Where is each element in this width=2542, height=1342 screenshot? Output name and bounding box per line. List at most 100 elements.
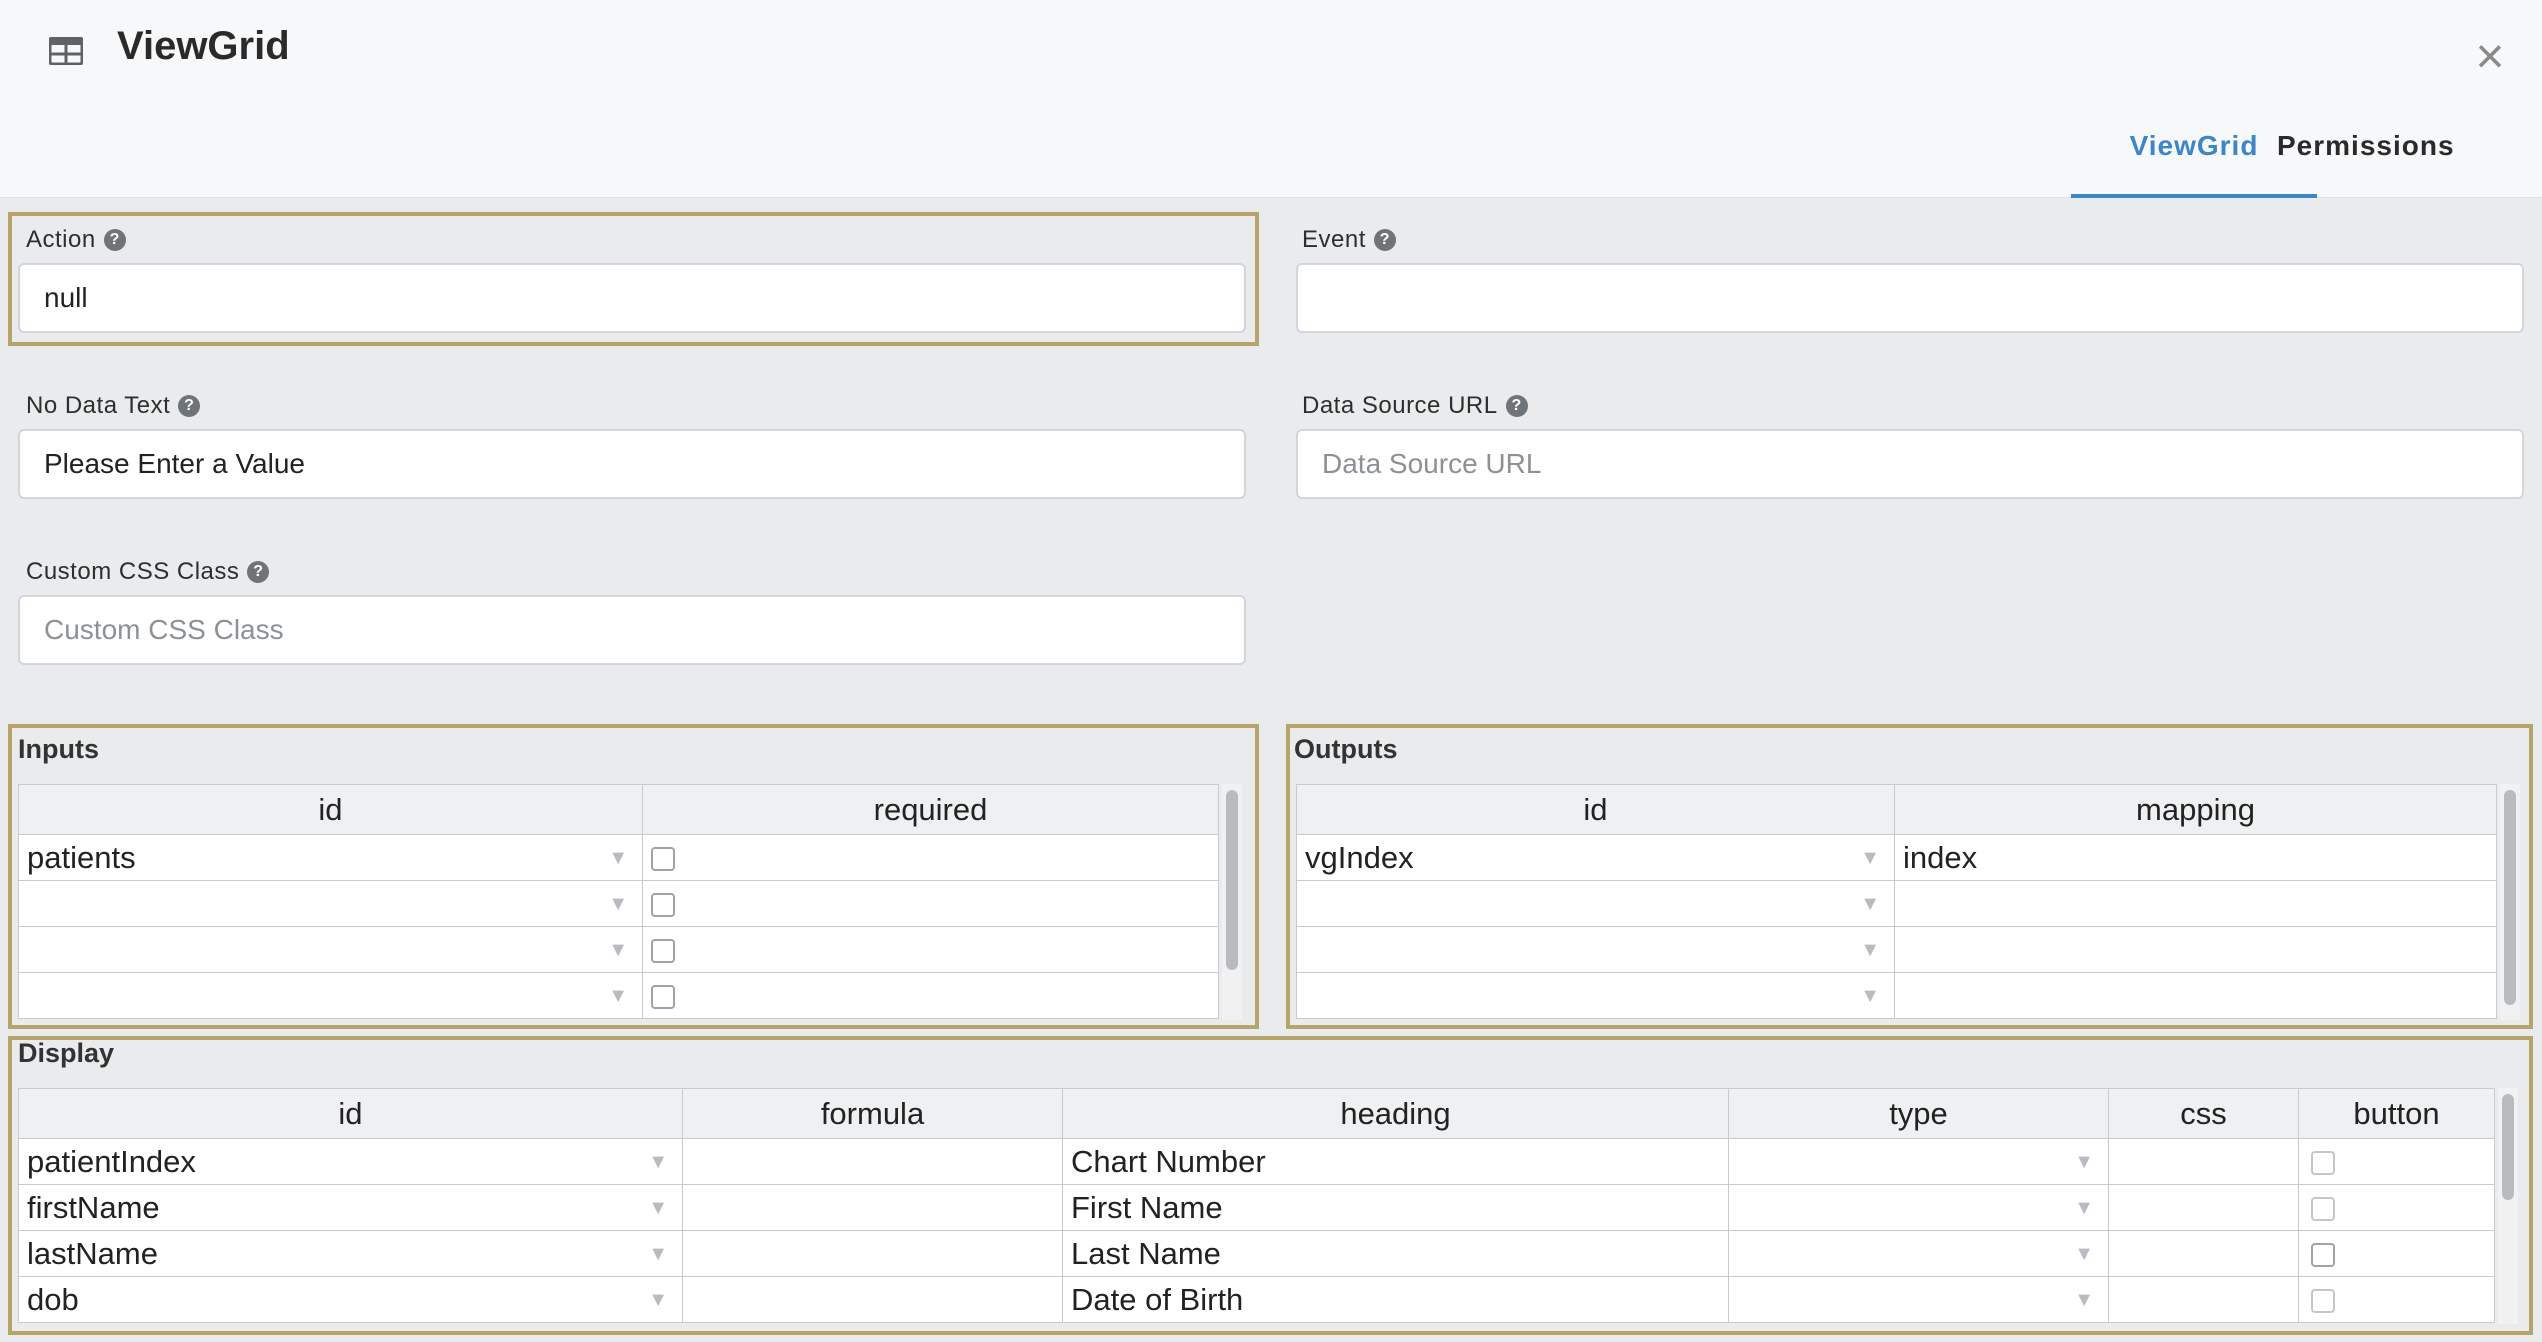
- close-icon[interactable]: ×: [2468, 31, 2512, 81]
- display-formula-cell[interactable]: [682, 1276, 1063, 1323]
- display-heading-cell[interactable]: Last Name: [1062, 1230, 1729, 1277]
- column-header-id[interactable]: id: [18, 784, 643, 835]
- display-id-cell[interactable]: dob ▼: [18, 1276, 683, 1323]
- table-row: ▼: [18, 880, 1219, 927]
- column-header-formula[interactable]: formula: [682, 1088, 1063, 1139]
- table-row: dob ▼ Date of Birth ▼: [18, 1276, 2495, 1323]
- help-icon[interactable]: ?: [103, 229, 126, 251]
- column-header-button[interactable]: button: [2298, 1088, 2495, 1139]
- event-field[interactable]: [1296, 263, 2524, 333]
- display-type-cell[interactable]: ▼: [1728, 1184, 2109, 1231]
- display-formula-cell[interactable]: [682, 1138, 1063, 1185]
- required-checkbox[interactable]: [651, 847, 675, 872]
- help-icon[interactable]: ?: [1373, 229, 1396, 251]
- scrollbar-thumb[interactable]: [1226, 790, 1238, 970]
- dropdown-arrow-icon[interactable]: ▼: [2074, 1243, 2094, 1266]
- outputs-mapping-cell[interactable]: [1894, 926, 2497, 973]
- column-header-mapping[interactable]: mapping: [1894, 784, 2497, 835]
- display-scrollbar[interactable]: [2498, 1088, 2518, 1324]
- required-checkbox[interactable]: [651, 985, 675, 1010]
- column-header-id[interactable]: id: [18, 1088, 683, 1139]
- display-id-value: dob: [27, 1281, 79, 1317]
- button-checkbox[interactable]: [2311, 1289, 2335, 1314]
- no-data-text-field[interactable]: Please Enter a Value: [18, 429, 1246, 499]
- dropdown-arrow-icon[interactable]: ▼: [608, 939, 628, 962]
- display-id-cell[interactable]: firstName ▼: [18, 1184, 683, 1231]
- display-css-cell[interactable]: [2108, 1138, 2299, 1185]
- inputs-title: Inputs: [18, 734, 99, 764]
- outputs-id-cell[interactable]: ▼: [1296, 926, 1895, 973]
- dropdown-arrow-icon[interactable]: ▼: [2074, 1151, 2094, 1174]
- display-table: id formula heading type css button patie…: [18, 1088, 2495, 1323]
- inputs-id-cell[interactable]: ▼: [18, 880, 643, 927]
- table-row: ▼: [1296, 926, 2497, 973]
- dropdown-arrow-icon[interactable]: ▼: [2074, 1197, 2094, 1220]
- custom-css-class-label-text: Custom CSS Class: [26, 558, 240, 585]
- dropdown-arrow-icon[interactable]: ▼: [1860, 939, 1880, 962]
- inputs-id-cell[interactable]: patients ▼: [18, 834, 643, 881]
- button-checkbox[interactable]: [2311, 1243, 2335, 1268]
- dropdown-arrow-icon[interactable]: ▼: [648, 1197, 668, 1220]
- column-header-type[interactable]: type: [1728, 1088, 2109, 1139]
- dropdown-arrow-icon[interactable]: ▼: [648, 1243, 668, 1266]
- help-icon[interactable]: ?: [1505, 395, 1528, 417]
- inputs-scrollbar[interactable]: [1222, 784, 1242, 1020]
- outputs-mapping-cell[interactable]: [1894, 972, 2497, 1019]
- dropdown-arrow-icon[interactable]: ▼: [2074, 1289, 2094, 1312]
- dropdown-arrow-icon[interactable]: ▼: [1860, 847, 1880, 870]
- column-header-required[interactable]: required: [642, 784, 1219, 835]
- column-header-id[interactable]: id: [1296, 784, 1895, 835]
- column-header-css[interactable]: css: [2108, 1088, 2299, 1139]
- inputs-id-value: patients: [27, 839, 136, 875]
- display-css-cell[interactable]: [2108, 1230, 2299, 1277]
- scrollbar-thumb[interactable]: [2504, 790, 2516, 1005]
- display-heading-cell[interactable]: Date of Birth: [1062, 1276, 1729, 1323]
- dropdown-arrow-icon[interactable]: ▼: [608, 847, 628, 870]
- display-id-cell[interactable]: lastName ▼: [18, 1230, 683, 1277]
- display-type-cell[interactable]: ▼: [1728, 1276, 2109, 1323]
- display-heading-cell[interactable]: Chart Number: [1062, 1138, 1729, 1185]
- outputs-id-cell[interactable]: ▼: [1296, 972, 1895, 1019]
- display-title: Display: [18, 1038, 115, 1068]
- inputs-required-cell: [642, 834, 1219, 881]
- required-checkbox[interactable]: [651, 939, 675, 964]
- column-header-heading[interactable]: heading: [1062, 1088, 1729, 1139]
- dropdown-arrow-icon[interactable]: ▼: [608, 893, 628, 916]
- dropdown-arrow-icon[interactable]: ▼: [1860, 893, 1880, 916]
- dropdown-arrow-icon[interactable]: ▼: [648, 1289, 668, 1312]
- table-row: firstName ▼ First Name ▼: [18, 1184, 2495, 1231]
- outputs-mapping-cell[interactable]: [1894, 880, 2497, 927]
- display-button-cell: [2298, 1276, 2495, 1323]
- dropdown-arrow-icon[interactable]: ▼: [1860, 985, 1880, 1008]
- action-field[interactable]: null: [18, 263, 1246, 333]
- required-checkbox[interactable]: [651, 893, 675, 918]
- button-checkbox[interactable]: [2311, 1197, 2335, 1222]
- display-id-cell[interactable]: patientIndex ▼: [18, 1138, 683, 1185]
- display-heading-cell[interactable]: First Name: [1062, 1184, 1729, 1231]
- data-source-url-field[interactable]: Data Source URL: [1296, 429, 2524, 499]
- scrollbar-thumb[interactable]: [2502, 1094, 2514, 1200]
- no-data-text-label-text: No Data Text: [26, 392, 171, 419]
- outputs-id-cell[interactable]: vgIndex ▼: [1296, 834, 1895, 881]
- tab-permissions[interactable]: Permissions: [2277, 130, 2454, 162]
- display-type-cell[interactable]: ▼: [1728, 1138, 2109, 1185]
- inputs-id-cell[interactable]: ▼: [18, 972, 643, 1019]
- button-checkbox[interactable]: [2311, 1151, 2335, 1176]
- help-icon[interactable]: ?: [247, 561, 270, 583]
- display-css-cell[interactable]: [2108, 1184, 2299, 1231]
- custom-css-class-field[interactable]: Custom CSS Class: [18, 595, 1246, 665]
- outputs-scrollbar[interactable]: [2500, 784, 2520, 1020]
- table-row: ▼: [1296, 972, 2497, 1019]
- outputs-table: id mapping vgIndex ▼ index ▼ ▼ ▼: [1296, 784, 2497, 1019]
- outputs-mapping-cell[interactable]: index: [1894, 834, 2497, 881]
- help-icon[interactable]: ?: [178, 395, 201, 417]
- display-type-cell[interactable]: ▼: [1728, 1230, 2109, 1277]
- inputs-id-cell[interactable]: ▼: [18, 926, 643, 973]
- display-css-cell[interactable]: [2108, 1276, 2299, 1323]
- outputs-title: Outputs: [1294, 734, 1398, 764]
- dropdown-arrow-icon[interactable]: ▼: [608, 985, 628, 1008]
- display-formula-cell[interactable]: [682, 1230, 1063, 1277]
- dropdown-arrow-icon[interactable]: ▼: [648, 1151, 668, 1174]
- display-formula-cell[interactable]: [682, 1184, 1063, 1231]
- outputs-id-cell[interactable]: ▼: [1296, 880, 1895, 927]
